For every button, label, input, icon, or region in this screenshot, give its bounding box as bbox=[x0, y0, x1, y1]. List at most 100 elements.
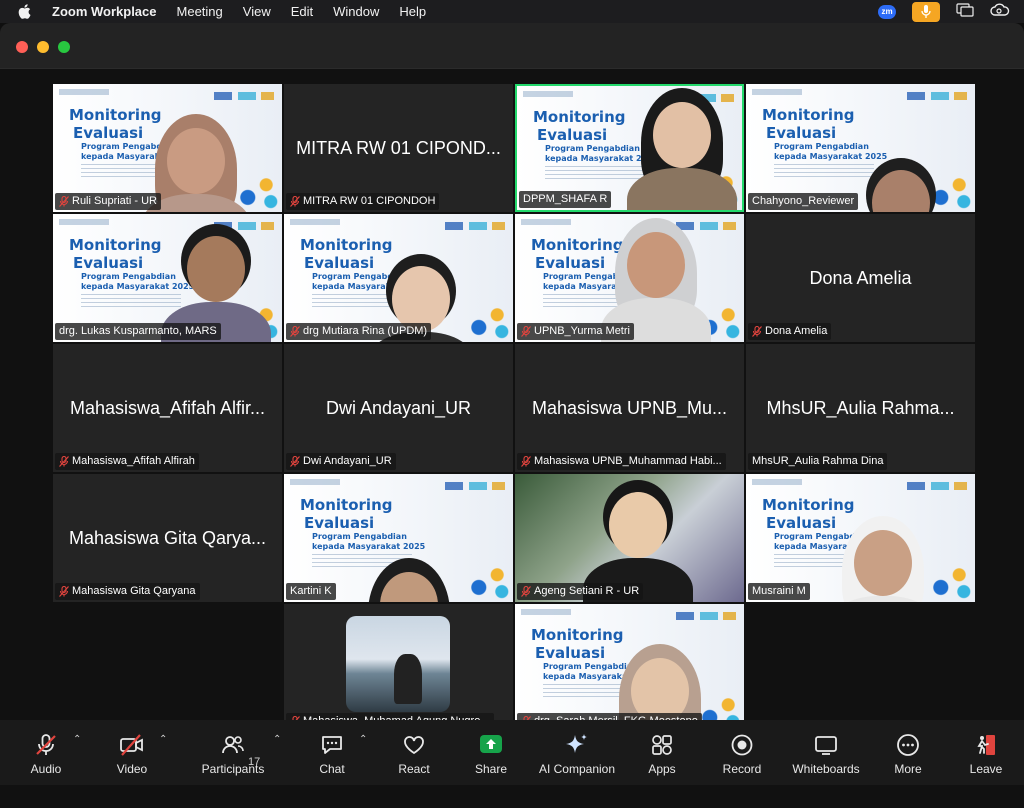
menu-edit[interactable]: Edit bbox=[291, 4, 313, 19]
video-options-chevron-icon[interactable]: ⌃ bbox=[159, 734, 167, 745]
menu-window[interactable]: Window bbox=[333, 4, 379, 19]
participant-tile[interactable]: Mahasiswa UPNB_Mu... Mahasiswa UPNB_Muham… bbox=[515, 344, 744, 472]
participant-tile[interactable]: Mahasiswa_Muhamad Agung Nugro... bbox=[284, 604, 513, 732]
app-menu-zoom[interactable]: Zoom Workplace bbox=[52, 4, 157, 19]
screen-mirroring-icon[interactable] bbox=[956, 3, 974, 20]
chat-label: Chat bbox=[319, 762, 345, 776]
microphone-muted-icon bbox=[33, 728, 59, 762]
participants-button[interactable]: Participants bbox=[196, 720, 270, 785]
person-face bbox=[653, 102, 711, 168]
menu-view[interactable]: View bbox=[243, 4, 271, 19]
microphone-in-use-icon[interactable] bbox=[912, 1, 940, 22]
participant-name: DPPM_SHAFA R bbox=[523, 193, 608, 205]
camera-off-icon bbox=[118, 728, 146, 762]
slide-subtitle-line1: Program Pengabdian bbox=[312, 532, 407, 541]
participant-tile[interactable]: Monitoring Evaluasi Program Pengabdian kepa… bbox=[746, 84, 975, 212]
ministry-logo bbox=[290, 479, 340, 485]
participant-name: Mahasiswa Gita Qaryana bbox=[72, 585, 196, 597]
participant-tile[interactable]: Monitoring Evaluasi Program Pengabdian kepa… bbox=[284, 474, 513, 602]
participants-options-chevron-icon[interactable]: ⌃ bbox=[273, 734, 281, 745]
record-button[interactable]: Record bbox=[718, 720, 766, 785]
participant-tile[interactable]: Mahasiswa_Afifah Alfir... Mahasiswa_Afifa… bbox=[53, 344, 282, 472]
menu-help[interactable]: Help bbox=[399, 4, 426, 19]
ministry-logo bbox=[752, 479, 802, 485]
mic-muted-icon bbox=[290, 196, 300, 207]
meeting-toolbar: Audio ⌃ Video ⌃ Participants 17 ⌃ Chat ⌃… bbox=[0, 720, 1024, 785]
participant-tile[interactable]: Monitoring Evaluasi Program Pengabdian kepa… bbox=[53, 84, 282, 212]
participant-tile[interactable]: Ageng Setiani R - UR bbox=[515, 474, 744, 602]
participant-name-label: Mahasiswa_Afifah Alfirah bbox=[55, 453, 199, 470]
close-window-button[interactable] bbox=[16, 41, 28, 53]
participant-video-person bbox=[846, 156, 956, 212]
zoom-window-button[interactable] bbox=[58, 41, 70, 53]
apps-button[interactable]: Apps bbox=[640, 720, 684, 785]
share-button[interactable]: Share bbox=[469, 720, 513, 785]
participant-tile[interactable]: Monitoring Evaluasi Program Pengabdian kepa… bbox=[284, 214, 513, 342]
participant-tile[interactable]: Monitoring Evaluasi Program Pengabdian kepa… bbox=[515, 604, 744, 732]
video-button[interactable]: Video bbox=[108, 720, 156, 785]
participant-name-label: Mahasiswa UPNB_Muhammad Habi... bbox=[517, 453, 726, 470]
whiteboards-button[interactable]: Whiteboards bbox=[788, 720, 864, 785]
participant-tile[interactable]: Monitoring Evaluasi Program Pengabdian kepa… bbox=[515, 214, 744, 342]
mic-muted-icon bbox=[59, 196, 69, 207]
macos-menu-bar: Zoom Workplace Meeting View Edit Window … bbox=[0, 0, 1024, 23]
participant-name: MhsUR_Aulia Rahma Dina bbox=[752, 455, 884, 467]
apple-icon[interactable] bbox=[18, 4, 36, 19]
more-ellipsis-icon bbox=[895, 728, 921, 762]
ai-companion-label: AI Companion bbox=[538, 762, 616, 776]
record-icon bbox=[729, 728, 755, 762]
leave-door-icon bbox=[973, 728, 999, 762]
leave-button[interactable]: Leave bbox=[964, 720, 1008, 785]
participant-name-label: MhsUR_Aulia Rahma Dina bbox=[748, 453, 888, 470]
creative-cloud-icon[interactable] bbox=[990, 3, 1010, 20]
react-button[interactable]: React bbox=[392, 720, 436, 785]
participant-name: drg. Lukas Kusparmanto, MARS bbox=[59, 325, 217, 337]
ministry-logo bbox=[59, 219, 109, 225]
participant-name-label: MITRA RW 01 CIPONDOH bbox=[286, 193, 440, 210]
mic-muted-icon bbox=[521, 586, 531, 597]
slide-title-line2: Evaluasi bbox=[73, 124, 144, 142]
participant-name: Chahyono_Reviewer bbox=[752, 195, 855, 207]
participant-tile[interactable]: Dwi Andayani_UR Dwi Andayani_UR bbox=[284, 344, 513, 472]
participant-name-label: drg Mutiara Rina (UPDM) bbox=[286, 323, 432, 340]
chat-options-chevron-icon[interactable]: ⌃ bbox=[359, 734, 367, 745]
slide-title-line2: Evaluasi bbox=[535, 254, 606, 272]
participant-tile[interactable]: MhsUR_Aulia Rahma... MhsUR_Aulia Rahma Di… bbox=[746, 344, 975, 472]
menu-meeting[interactable]: Meeting bbox=[177, 4, 223, 19]
more-button[interactable]: More bbox=[886, 720, 930, 785]
more-label: More bbox=[894, 762, 922, 776]
participant-tile[interactable]: Monitoring Evaluasi Program Pengabdian kepa… bbox=[515, 84, 744, 212]
apps-icon bbox=[649, 728, 675, 762]
audio-button[interactable]: Audio bbox=[22, 720, 70, 785]
participant-tile[interactable]: Monitoring Evaluasi Program Pengabdian kepa… bbox=[53, 214, 282, 342]
participant-name-label: DPPM_SHAFA R bbox=[519, 191, 612, 208]
participant-name-label: Mahasiswa Gita Qaryana bbox=[55, 583, 200, 600]
audio-options-chevron-icon[interactable]: ⌃ bbox=[73, 734, 81, 745]
participant-name: Dwi Andayani_UR bbox=[303, 455, 392, 467]
participant-name-label: Ageng Setiani R - UR bbox=[517, 583, 644, 600]
window-titlebar bbox=[0, 23, 1024, 69]
minimize-window-button[interactable] bbox=[37, 41, 49, 53]
person-face bbox=[854, 530, 912, 596]
participant-tile[interactable]: Mahasiswa Gita Qarya... Mahasiswa Gita Qa… bbox=[53, 474, 282, 602]
react-label: React bbox=[398, 762, 430, 776]
mic-muted-icon bbox=[521, 326, 531, 337]
participant-video-person bbox=[627, 88, 737, 210]
participant-name: Ruli Supriati - UR bbox=[72, 195, 157, 207]
chat-button[interactable]: Chat bbox=[310, 720, 354, 785]
slide-title-line1: Monitoring bbox=[300, 496, 393, 514]
partner-logos bbox=[214, 92, 274, 100]
profile-photo bbox=[346, 616, 450, 712]
slide-title-line2: Evaluasi bbox=[766, 124, 837, 142]
participant-tile[interactable]: Dona Amelia Dona Amelia bbox=[746, 214, 975, 342]
participants-icon bbox=[220, 728, 246, 762]
apps-label: Apps bbox=[648, 762, 676, 776]
ai-companion-button[interactable]: AI Companion bbox=[534, 720, 620, 785]
slide-title-line1: Monitoring bbox=[531, 626, 624, 644]
participant-tile[interactable]: MITRA RW 01 CIPOND... MITRA RW 01 CIPONDO… bbox=[284, 84, 513, 212]
zoom-status-icon[interactable]: zm bbox=[878, 4, 896, 19]
participant-name-label: Chahyono_Reviewer bbox=[748, 193, 859, 210]
participant-tile[interactable]: Monitoring Evaluasi Program Pengabdian kepa… bbox=[746, 474, 975, 602]
slide-title-line2: Evaluasi bbox=[766, 514, 837, 532]
mic-muted-icon bbox=[521, 456, 531, 467]
